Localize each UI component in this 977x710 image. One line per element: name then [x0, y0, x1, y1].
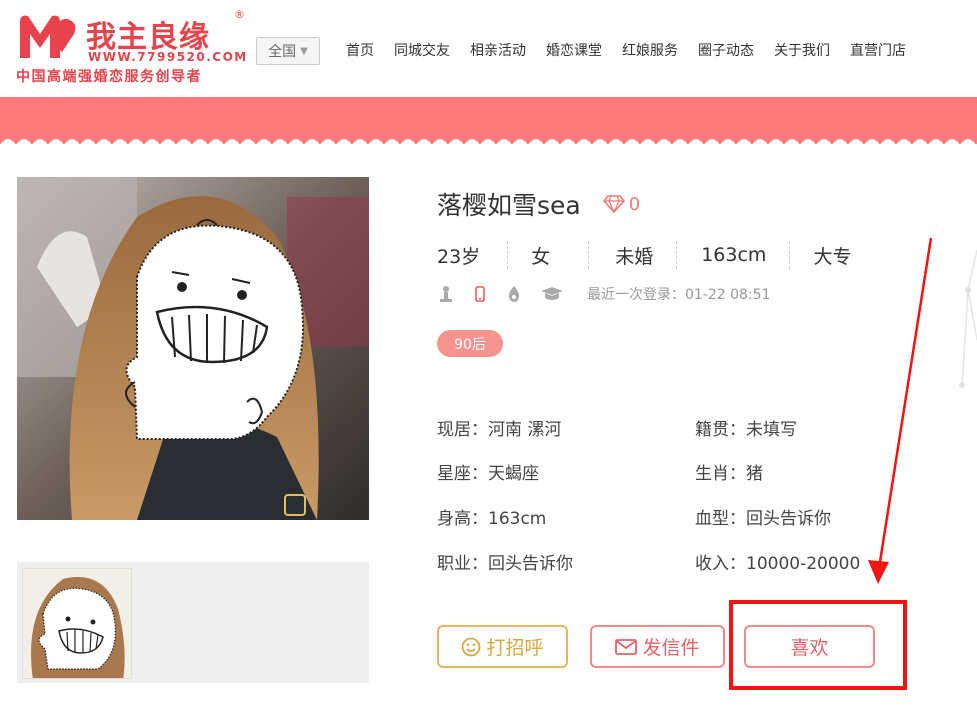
- annotation-highlight-box: [729, 600, 907, 690]
- decorative-network: [959, 249, 977, 388]
- greet-button[interactable]: 打招呼: [437, 625, 568, 668]
- marital-verified-icon[interactable]: [505, 284, 523, 304]
- logo-registered-mark: ®: [234, 8, 245, 21]
- stat-marital-status: 未婚: [615, 245, 654, 268]
- divider: [588, 241, 590, 269]
- stat-gender: 女: [531, 245, 551, 268]
- nav-about-us[interactable]: 关于我们: [764, 40, 840, 62]
- photo-thumbnail[interactable]: [22, 568, 132, 679]
- thumbnail-image: [23, 569, 131, 678]
- profile-name-row: 落樱如雪sea 0: [437, 186, 640, 222]
- nav-matchmaker-service[interactable]: 红娘服务: [612, 40, 688, 62]
- decorative-banner: [0, 97, 977, 145]
- photo-thumbnail-strip: [17, 562, 369, 683]
- divider: [676, 241, 678, 269]
- main-nav: 首页 同城交友 相亲活动 婚恋课堂 红娘服务 圈子动态 关于我们 直营门店: [336, 40, 916, 62]
- profile-stats: 23岁 女 未婚 163cm 大专: [437, 241, 851, 269]
- detail-height: 身高：163cm: [437, 509, 547, 529]
- nav-matchmaking-events[interactable]: 相亲活动: [460, 40, 536, 62]
- detail-hometown: 籍贯：未填写: [695, 420, 797, 440]
- age-group-tag: 90后: [437, 330, 503, 357]
- logo-url: WWW.7799520.COM: [88, 50, 248, 64]
- detail-blood-type: 血型：回头告诉你: [695, 509, 831, 529]
- gem-count: 0: [628, 193, 641, 215]
- site-logo[interactable]: 我主良缘 ® WWW.7799520.COM 中国高端强婚恋服务创导者: [14, 8, 246, 86]
- nav-local-dating[interactable]: 同城交友: [384, 40, 460, 62]
- main-profile-photo[interactable]: [17, 177, 369, 520]
- nav-dating-classroom[interactable]: 婚恋课堂: [536, 40, 612, 62]
- chevron-down-icon: ▼: [300, 45, 308, 57]
- stat-education: 大专: [813, 245, 852, 268]
- diamond-icon: [602, 195, 625, 213]
- divider: [507, 241, 509, 269]
- phone-verified-icon[interactable]: [471, 284, 489, 304]
- education-verified-icon[interactable]: [539, 284, 565, 304]
- envelope-icon: [615, 638, 638, 655]
- region-select[interactable]: 全国 ▼: [256, 37, 320, 65]
- send-mail-button[interactable]: 发信件: [590, 625, 725, 668]
- region-label: 全国: [268, 44, 297, 60]
- detail-occupation: 职业：回头告诉你: [437, 554, 573, 574]
- nav-stores[interactable]: 直营门店: [840, 40, 916, 62]
- logo-heart-m-icon: [20, 15, 76, 59]
- divider: [789, 241, 791, 269]
- profile-name: 落樱如雪sea: [437, 191, 581, 220]
- stat-height: 163cm: [701, 244, 767, 266]
- profile-photo-image: [17, 177, 369, 520]
- detail-residence: 现居：河南 漯河: [437, 420, 562, 440]
- scallop-edge: [0, 139, 977, 145]
- stat-age: 23岁: [437, 245, 481, 268]
- site-header: 我主良缘 ® WWW.7799520.COM 中国高端强婚恋服务创导者 全国 ▼…: [0, 0, 977, 97]
- identity-verified-icon[interactable]: [437, 284, 455, 304]
- smile-icon: [462, 637, 481, 656]
- nav-home[interactable]: 首页: [336, 40, 384, 62]
- send-mail-button-label: 发信件: [642, 637, 700, 659]
- nav-circle-feed[interactable]: 圈子动态: [688, 40, 764, 62]
- greet-button-label: 打招呼: [486, 637, 544, 659]
- last-login-time: 最近一次登录：01-22 08:51: [587, 287, 771, 303]
- detail-chinese-zodiac: 生肖：猪: [695, 464, 763, 484]
- detail-income: 收入：10000-20000: [695, 554, 861, 574]
- logo-slogan: 中国高端强婚恋服务创导者: [16, 69, 202, 85]
- verification-icons-row: 最近一次登录：01-22 08:51: [437, 284, 770, 304]
- detail-zodiac: 星座：天蝎座: [437, 464, 539, 484]
- gem-counter[interactable]: 0: [602, 193, 641, 215]
